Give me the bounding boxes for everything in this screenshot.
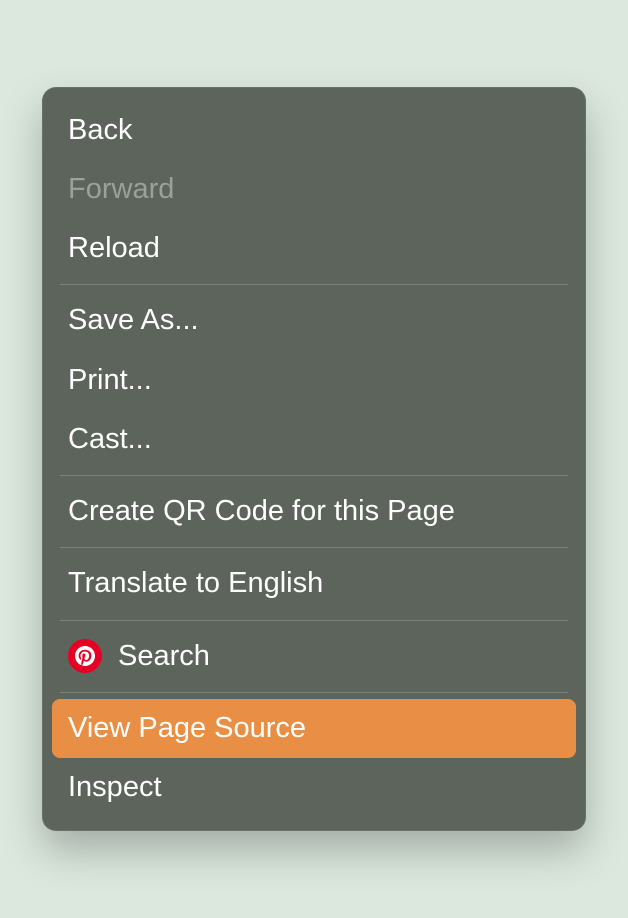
menu-inspect[interactable]: Inspect [52, 758, 576, 817]
divider [60, 284, 568, 285]
menu-back[interactable]: Back [52, 101, 576, 160]
menu-translate-label: Translate to English [68, 565, 323, 601]
menu-inspect-label: Inspect [68, 769, 162, 805]
menu-pinterest-search-label: Search [118, 638, 210, 674]
menu-reload[interactable]: Reload [52, 219, 576, 278]
menu-print[interactable]: Print... [52, 351, 576, 410]
menu-forward: Forward [52, 160, 576, 219]
divider [60, 475, 568, 476]
menu-save-as[interactable]: Save As... [52, 291, 576, 350]
pinterest-icon [68, 639, 102, 673]
divider [60, 547, 568, 548]
menu-translate[interactable]: Translate to English [52, 554, 576, 613]
menu-view-page-source[interactable]: View Page Source [52, 699, 576, 758]
menu-create-qr-label: Create QR Code for this Page [68, 493, 455, 529]
menu-reload-label: Reload [68, 230, 160, 266]
pinterest-icon-svg [75, 643, 95, 669]
menu-print-label: Print... [68, 362, 152, 398]
menu-forward-label: Forward [68, 171, 174, 207]
menu-create-qr[interactable]: Create QR Code for this Page [52, 482, 576, 541]
divider [60, 692, 568, 693]
menu-cast[interactable]: Cast... [52, 410, 576, 469]
context-menu: Back Forward Reload Save As... Print... … [42, 87, 586, 832]
menu-view-page-source-label: View Page Source [68, 710, 306, 746]
menu-cast-label: Cast... [68, 421, 152, 457]
divider [60, 620, 568, 621]
menu-back-label: Back [68, 112, 132, 148]
menu-save-as-label: Save As... [68, 302, 199, 338]
menu-pinterest-search[interactable]: Search [52, 627, 576, 686]
